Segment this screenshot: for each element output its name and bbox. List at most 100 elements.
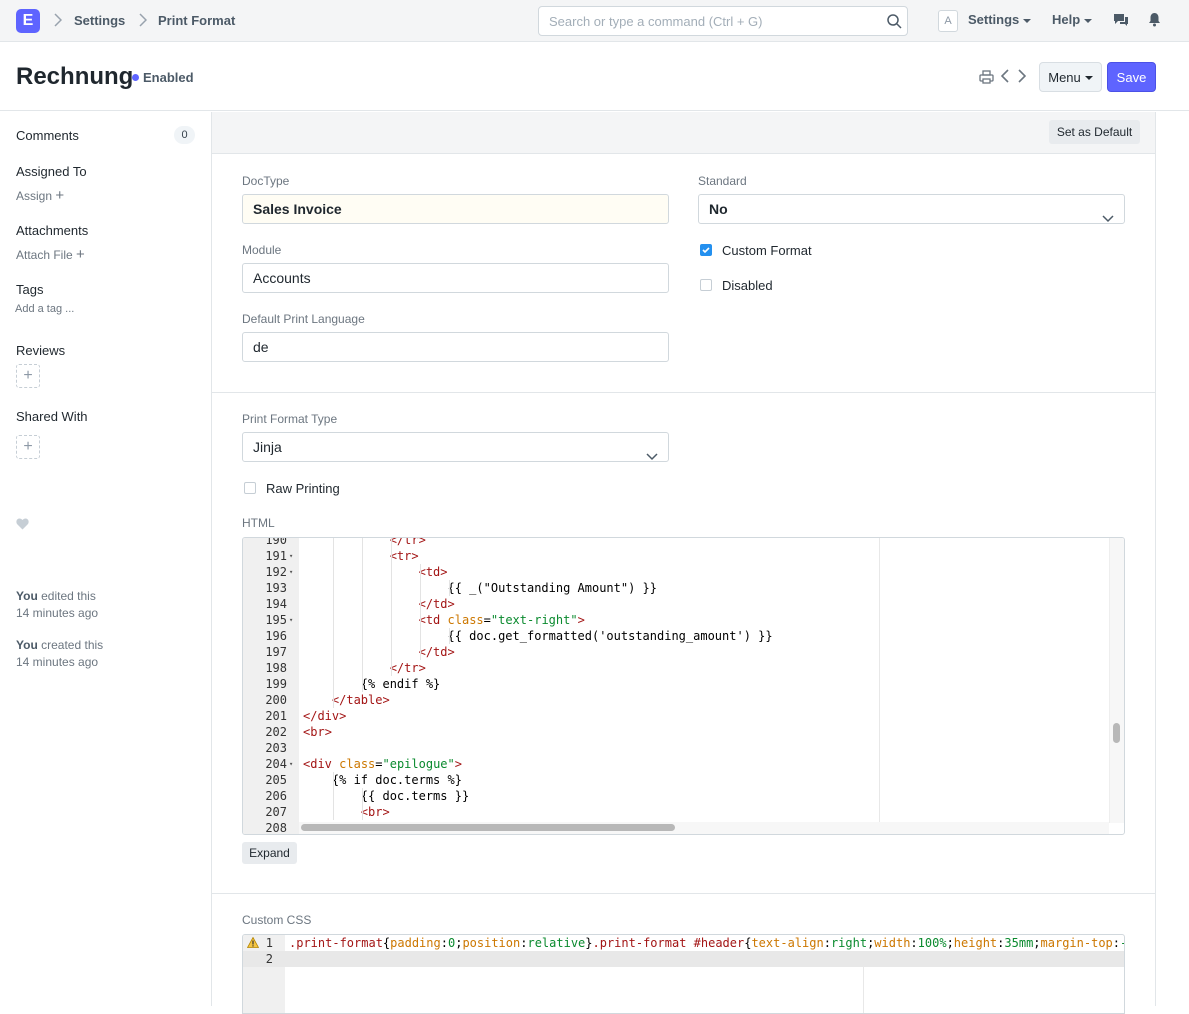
line-number: 197 bbox=[265, 645, 287, 659]
fold-toggle-icon[interactable]: ▾ bbox=[289, 612, 293, 628]
custom-format-checkbox[interactable] bbox=[700, 244, 712, 256]
breadcrumb-settings[interactable]: Settings bbox=[74, 13, 125, 28]
add-share-button[interactable]: + bbox=[16, 435, 40, 459]
page-title: Rechnung bbox=[16, 63, 134, 90]
indent-guide bbox=[391, 660, 392, 676]
standard-select[interactable]: No bbox=[698, 194, 1125, 224]
help-dropdown[interactable]: Help bbox=[1052, 12, 1093, 27]
vertical-scrollbar-track[interactable] bbox=[1109, 538, 1124, 823]
activity-text: created this bbox=[41, 638, 104, 652]
vertical-scrollbar[interactable] bbox=[1113, 723, 1120, 743]
notification-bell-icon[interactable] bbox=[1148, 12, 1161, 30]
activity-user: You bbox=[16, 638, 38, 652]
standard-label: Standard bbox=[698, 174, 747, 188]
like-heart-icon[interactable] bbox=[16, 518, 29, 533]
indent-guide bbox=[420, 628, 421, 644]
indent-guide bbox=[391, 628, 392, 644]
status-label: Enabled bbox=[143, 70, 194, 85]
horizontal-scrollbar[interactable] bbox=[301, 824, 675, 831]
attach-file-label: Attach File bbox=[16, 248, 73, 262]
line-number: 201 bbox=[265, 709, 287, 723]
menu-button[interactable]: Menu bbox=[1039, 62, 1102, 92]
previous-doc-icon[interactable] bbox=[1000, 69, 1009, 86]
avatar[interactable]: A bbox=[938, 10, 958, 32]
code-line: <td> bbox=[418, 565, 448, 579]
search-input[interactable] bbox=[539, 7, 869, 35]
line-number: 194 bbox=[265, 597, 287, 611]
indent-guide bbox=[362, 580, 363, 596]
search-icon[interactable] bbox=[886, 13, 902, 32]
indent-guide bbox=[362, 612, 363, 628]
fold-toggle-icon[interactable]: ▾ bbox=[289, 756, 293, 772]
code-line: <td class="text-right"> bbox=[418, 613, 585, 627]
code-line: </td> bbox=[418, 645, 455, 659]
line-number: 202 bbox=[265, 725, 287, 739]
indent-guide bbox=[420, 644, 421, 660]
line-number: 206 bbox=[265, 789, 287, 803]
activity-time: 14 minutes ago bbox=[16, 606, 99, 620]
plus-icon: + bbox=[76, 246, 85, 263]
code-line: {{ doc.get_formatted('outstanding_amount… bbox=[303, 629, 773, 643]
indent-guide bbox=[391, 644, 392, 660]
set-as-default-button[interactable]: Set as Default bbox=[1049, 120, 1140, 144]
print-icon[interactable] bbox=[979, 70, 994, 87]
module-field[interactable]: Accounts bbox=[242, 263, 669, 293]
code-line: <br> bbox=[303, 725, 332, 739]
expand-button[interactable]: Expand bbox=[242, 842, 297, 864]
tags-label: Tags bbox=[16, 282, 44, 297]
activity-time: 14 minutes ago bbox=[16, 655, 99, 669]
print-language-label: Default Print Language bbox=[242, 312, 365, 326]
module-label: Module bbox=[242, 243, 282, 257]
code-line: <br> bbox=[360, 805, 390, 819]
chat-icon[interactable] bbox=[1113, 13, 1129, 30]
caret-down-icon bbox=[1084, 18, 1093, 23]
indent-guide bbox=[391, 596, 392, 612]
print-margin bbox=[863, 967, 864, 1013]
raw-printing-label: Raw Printing bbox=[266, 481, 340, 496]
status-indicator: Enabled bbox=[132, 70, 194, 85]
line-number: 199 bbox=[265, 677, 287, 691]
section-divider bbox=[212, 893, 1155, 894]
raw-printing-checkbox[interactable] bbox=[244, 482, 256, 494]
add-review-button[interactable]: + bbox=[16, 364, 40, 388]
reviews-label: Reviews bbox=[16, 343, 66, 358]
doctype-field[interactable]: Sales Invoice bbox=[242, 194, 669, 224]
comments-label[interactable]: Comments bbox=[16, 128, 79, 143]
indent-guide bbox=[391, 564, 392, 580]
attachments-label: Attachments bbox=[16, 223, 89, 238]
indent-guide bbox=[333, 788, 334, 804]
assign-link[interactable]: Assign + bbox=[16, 187, 64, 204]
activity-item: You created this 14 minutes ago bbox=[16, 637, 103, 671]
html-label: HTML bbox=[242, 516, 275, 530]
save-button[interactable]: Save bbox=[1107, 62, 1156, 92]
breadcrumb-print-format[interactable]: Print Format bbox=[158, 13, 235, 28]
line-number: 2 bbox=[265, 952, 273, 966]
code-line: </td> bbox=[418, 597, 455, 611]
line-number: 1 bbox=[265, 936, 273, 950]
html-code-editor[interactable]: 190 </tr> 191 ▾ <tr> 192 ▾ <td> 193 {{ _("Out… bbox=[242, 537, 1125, 835]
line-number: 203 bbox=[265, 741, 287, 755]
settings-dropdown[interactable]: Settings bbox=[968, 12, 1032, 27]
add-tag-link[interactable]: Add a tag ... bbox=[15, 303, 74, 315]
disabled-checkbox[interactable] bbox=[700, 279, 712, 291]
css-code-line: .print-format{padding:0;position:relativ… bbox=[289, 936, 1124, 950]
awesomebar bbox=[538, 6, 908, 36]
print-language-field[interactable]: de bbox=[242, 332, 669, 362]
caret-down-icon bbox=[1084, 76, 1093, 81]
indent-guide bbox=[333, 660, 334, 676]
indent-guide bbox=[333, 644, 334, 660]
indent-guide bbox=[362, 676, 363, 692]
fold-toggle-icon[interactable]: ▾ bbox=[289, 564, 293, 580]
print-format-type-select[interactable]: Jinja bbox=[242, 432, 669, 462]
fold-toggle-icon[interactable]: ▾ bbox=[289, 548, 293, 564]
line-number: 208 bbox=[265, 821, 287, 835]
line-number: 198 bbox=[265, 661, 287, 675]
next-doc-icon[interactable] bbox=[1018, 69, 1027, 86]
line-number: 193 bbox=[265, 581, 287, 595]
caret-down-icon bbox=[1023, 18, 1032, 23]
app-logo[interactable]: E bbox=[16, 9, 40, 33]
attach-file-link[interactable]: Attach File + bbox=[16, 246, 85, 263]
custom-css-editor[interactable]: 1 2 .print-format{padding:0;position:rel… bbox=[242, 934, 1125, 1014]
indent-guide bbox=[420, 564, 421, 580]
breadcrumb-chevron-icon bbox=[139, 13, 148, 30]
